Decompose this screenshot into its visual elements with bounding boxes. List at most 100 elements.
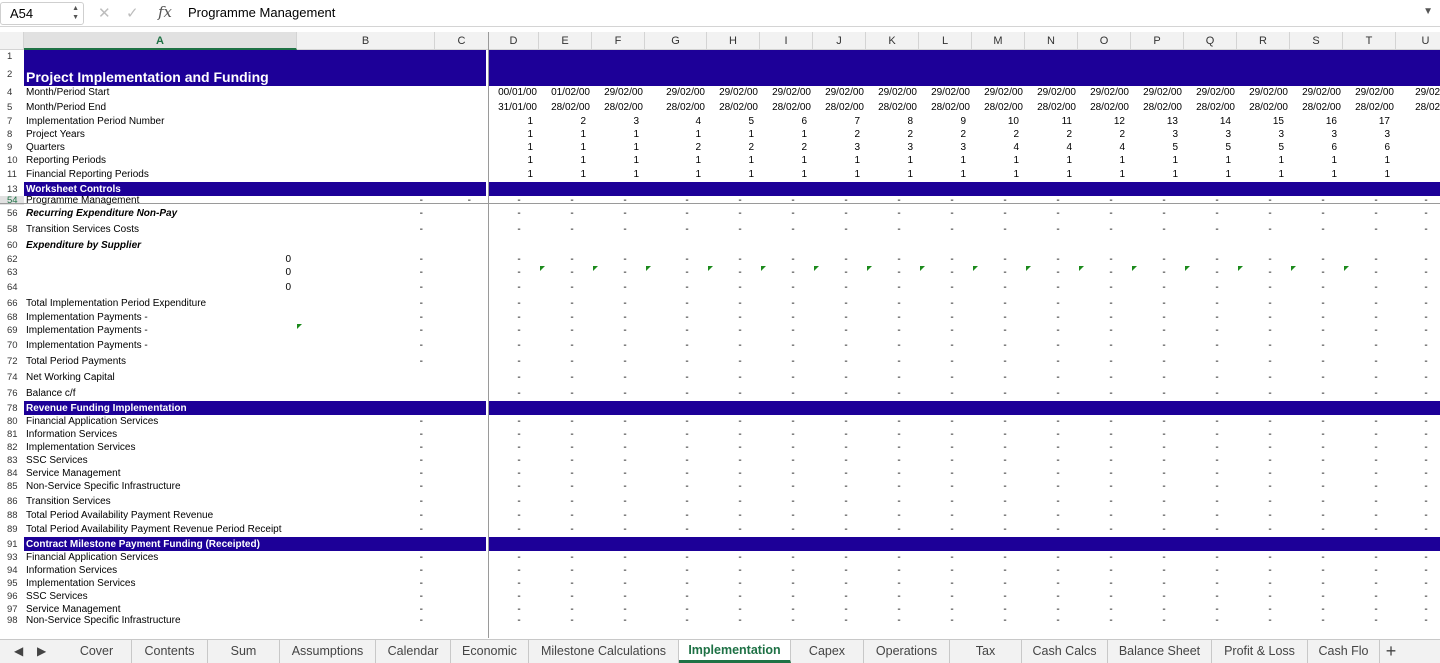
dash-cell[interactable]: - [946, 279, 958, 295]
name-box[interactable]: A54 ▲ ▼ [0, 2, 84, 25]
dash-cell[interactable]: - [1317, 324, 1329, 337]
dash-cell[interactable]: - [946, 266, 958, 279]
dash-cell[interactable]: - [681, 369, 693, 385]
dash-cell[interactable]: - [1052, 509, 1064, 522]
dash-cell[interactable]: - [946, 415, 958, 428]
dash-cell[interactable]: - [619, 590, 631, 603]
dash-cell[interactable]: - [1370, 480, 1382, 493]
dash-cell[interactable]: - [734, 615, 746, 626]
dash-cell[interactable]: - [1211, 590, 1223, 603]
dash-cell[interactable]: - [513, 337, 525, 353]
number-cell[interactable]: 11 [1025, 115, 1072, 128]
number-cell[interactable]: 1 [1343, 167, 1390, 182]
row-header[interactable]: 91 [0, 537, 24, 551]
dash-cell[interactable]: - [787, 353, 799, 369]
dash-cell[interactable]: - [787, 590, 799, 603]
dash-cell[interactable]: - [1211, 253, 1223, 266]
dash-cell[interactable]: - [999, 454, 1011, 467]
cell-value[interactable]: 0 [24, 279, 291, 295]
dash-cell[interactable]: - [513, 266, 525, 279]
dash-cell[interactable]: - [946, 353, 958, 369]
dash-cell[interactable]: - [787, 493, 799, 509]
dash-cell[interactable]: - [1396, 590, 1440, 603]
dash-cell[interactable]: - [681, 353, 693, 369]
dash-cell[interactable]: - [840, 564, 852, 577]
dash-cell[interactable]: - [566, 551, 578, 564]
dash-cell[interactable]: - [1396, 353, 1440, 369]
dash-cell[interactable]: - [513, 205, 525, 221]
dash-cell[interactable]: - [734, 295, 746, 311]
dash-cell[interactable]: - [681, 205, 693, 221]
date-cell[interactable]: 29/02/00 [919, 86, 970, 99]
dash-cell[interactable]: - [787, 480, 799, 493]
dash-cell[interactable]: - [1105, 324, 1117, 337]
number-cell[interactable]: 3 [1343, 128, 1390, 141]
row-header[interactable]: 93 [0, 551, 24, 564]
dash-cell[interactable]: - [840, 551, 852, 564]
dash-cell[interactable]: - [513, 428, 525, 441]
dash-cell[interactable]: - [566, 369, 578, 385]
dash-cell[interactable]: - [1105, 480, 1117, 493]
dash-cell[interactable]: - [1317, 467, 1329, 480]
number-cell[interactable]: 1 [1290, 167, 1337, 182]
dash-cell[interactable]: - [999, 369, 1011, 385]
dash-cell[interactable]: - [840, 253, 852, 266]
row-header[interactable]: 2 [0, 62, 24, 86]
dash-cell[interactable]: - [619, 467, 631, 480]
dash-cell[interactable]: - [619, 441, 631, 454]
dash-cell[interactable]: - [513, 385, 525, 401]
dash-cell[interactable]: - [681, 577, 693, 590]
dash-cell[interactable]: - [297, 279, 423, 295]
next-sheet-icon[interactable]: ▶ [37, 644, 46, 658]
row-label[interactable]: Quarters [26, 141, 297, 154]
column-header-e[interactable]: E [539, 32, 592, 50]
dash-cell[interactable]: - [1211, 266, 1223, 279]
dash-cell[interactable]: - [946, 441, 958, 454]
dash-cell[interactable]: - [1370, 266, 1382, 279]
dash-cell[interactable]: - [840, 522, 852, 537]
dash-cell[interactable]: - [787, 385, 799, 401]
number-cell[interactable]: 1 [592, 128, 639, 141]
dash-cell[interactable]: - [681, 385, 693, 401]
sheet-tab[interactable]: Economic [451, 640, 529, 663]
dash-cell[interactable]: - [1211, 522, 1223, 537]
number-cell[interactable]: 5 [1184, 141, 1231, 154]
dash-cell[interactable]: - [1370, 385, 1382, 401]
sheet-tab[interactable]: Assumptions [280, 640, 376, 663]
dash-cell[interactable]: - [1158, 564, 1170, 577]
dash-cell[interactable]: - [787, 266, 799, 279]
column-header-n[interactable]: N [1025, 32, 1078, 50]
dash-cell[interactable]: - [297, 454, 423, 467]
confirm-icon[interactable]: ✓ [126, 4, 139, 22]
dash-cell[interactable]: - [513, 353, 525, 369]
dash-cell[interactable]: - [1317, 266, 1329, 279]
dash-cell[interactable]: - [1211, 311, 1223, 324]
row-header[interactable]: 64 [0, 279, 24, 295]
row-header[interactable]: 70 [0, 337, 24, 353]
number-cell[interactable]: 2 [972, 128, 1019, 141]
dash-cell[interactable]: - [1052, 615, 1064, 626]
dash-cell[interactable]: - [840, 205, 852, 221]
number-cell[interactable]: 1 [489, 141, 533, 154]
dash-cell[interactable]: - [999, 522, 1011, 537]
section-header[interactable]: Worksheet Controls [26, 182, 121, 196]
column-header-u[interactable]: U [1396, 32, 1440, 50]
dash-cell[interactable]: - [734, 467, 746, 480]
row-label[interactable]: Non-Service Specific Infrastructure [26, 615, 297, 626]
date-cell[interactable]: 28/02/00 [707, 99, 758, 115]
date-cell[interactable]: 29/02/00 [866, 86, 917, 99]
row-label[interactable]: Implementation Payments - [26, 337, 297, 353]
dash-cell[interactable]: - [513, 221, 525, 237]
dash-cell[interactable]: - [1211, 221, 1223, 237]
date-cell[interactable]: 29/02/00 [1184, 86, 1235, 99]
dash-cell[interactable]: - [297, 551, 423, 564]
dash-cell[interactable]: - [619, 428, 631, 441]
dash-cell[interactable]: - [1158, 205, 1170, 221]
cancel-icon[interactable]: ✕ [98, 4, 111, 22]
date-cell[interactable]: 29/02/00 [1290, 86, 1341, 99]
row-label[interactable]: Implementation Services [26, 441, 297, 454]
dash-cell[interactable]: - [1396, 603, 1440, 616]
row-header[interactable]: 78 [0, 401, 24, 415]
dash-cell[interactable]: - [840, 615, 852, 626]
dash-cell[interactable]: - [619, 551, 631, 564]
